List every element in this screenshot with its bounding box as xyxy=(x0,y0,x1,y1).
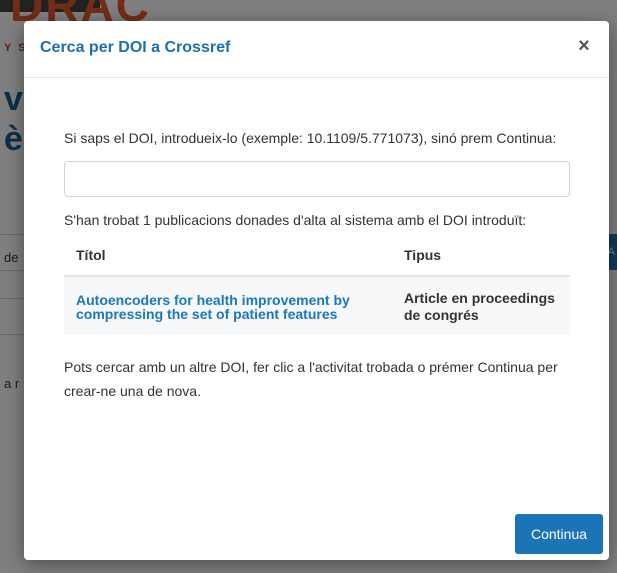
doi-instruction: Si saps el DOI, introdueix-lo (exemple: … xyxy=(64,130,557,146)
results-table: Títol Tipus Autoencoders for health impr… xyxy=(64,238,570,335)
dialog-body: Si saps el DOI, introdueix-lo (exemple: … xyxy=(64,77,570,403)
dialog-title: Cerca per DOI a Crossref xyxy=(40,39,231,56)
doi-search-dialog: Cerca per DOI a Crossref × Si saps el DO… xyxy=(24,21,609,560)
column-header-type: Tipus xyxy=(392,238,570,277)
continue-button[interactable]: Continua xyxy=(515,514,603,554)
dialog-header: Cerca per DOI a Crossref × xyxy=(24,21,609,78)
results-message: S'han trobat 1 publicacions donades d'al… xyxy=(64,212,527,228)
table-cell-title: Autoencoders for health improvement by c… xyxy=(64,276,392,335)
close-icon[interactable]: × xyxy=(573,35,595,57)
table-cell-type: Article en proceedings de congrés xyxy=(392,276,570,335)
help-text: Pots cercar amb un altre DOI, fer clic a… xyxy=(64,359,558,399)
publication-type: Article en proceedings de congrés xyxy=(404,290,555,323)
column-header-title: Títol xyxy=(64,238,392,277)
publication-link[interactable]: Autoencoders for health improvement by c… xyxy=(76,293,380,321)
table-row[interactable]: Autoencoders for health improvement by c… xyxy=(64,276,570,335)
doi-input[interactable] xyxy=(64,161,570,197)
table-header-row: Títol Tipus xyxy=(64,238,570,277)
